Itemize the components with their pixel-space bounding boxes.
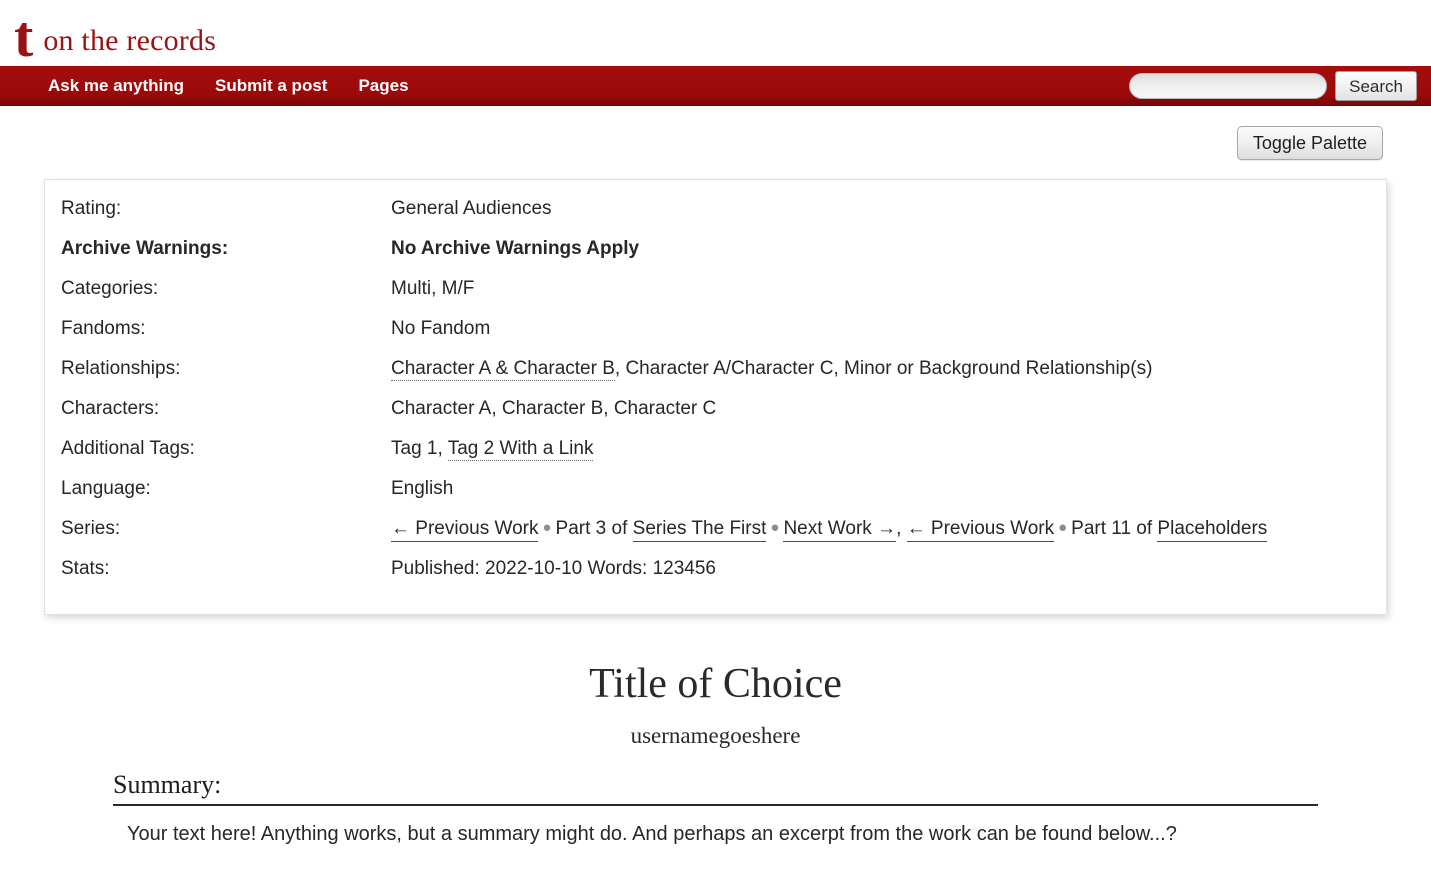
nav-item-ask-me-anything[interactable]: Ask me anything (48, 76, 184, 96)
meta-value-relationships: Character A & Character B, Character A/C… (391, 356, 1152, 382)
series-part-label-2: Part 11 of (1071, 518, 1153, 539)
site-title: on the records (43, 24, 217, 57)
meta-value-rating: General Audiences (391, 198, 552, 219)
series-bullet-icon-2: ● (770, 519, 780, 536)
brand[interactable]: t on the records (14, 4, 217, 69)
meta-label-archive-warnings: Archive Warnings: (61, 238, 229, 259)
meta-row-archive-warnings: Archive Warnings: No Archive Warnings Ap… (45, 236, 1386, 276)
meta-row-relationships: Relationships: Character A & Character B… (45, 356, 1386, 396)
work-byline-username[interactable]: usernamegoeshere (0, 723, 1431, 749)
series-previous-work-link-1[interactable]: ← Previous Work (391, 518, 539, 542)
site-header: t on the records (0, 0, 1431, 66)
series-comma: , (896, 518, 902, 539)
series-bullet-icon-1: ● (542, 519, 552, 536)
search-input[interactable] (1129, 73, 1328, 99)
meta-label-fandoms: Fandoms: (61, 318, 146, 339)
meta-label-series: Series: (61, 518, 121, 539)
meta-label-rating: Rating: (61, 198, 122, 219)
palette-row: Toggle Palette (0, 106, 1431, 160)
meta-value-characters: Character A, Character B, Character C (391, 398, 717, 419)
search-area: Search (1129, 71, 1417, 101)
work-metadata-box: Rating: General Audiences Archive Warnin… (44, 179, 1387, 615)
meta-label-additional-tags: Additional Tags: (61, 438, 195, 459)
series-previous-work-link-2[interactable]: ← Previous Work (906, 518, 1055, 542)
meta-row-characters: Characters: Character A, Character B, Ch… (45, 396, 1386, 436)
work-title: Title of Choice (589, 661, 842, 707)
relationship-tag-link[interactable]: Character A & Character B (391, 358, 615, 381)
series-name-link-2[interactable]: Placeholders (1157, 518, 1268, 542)
relationship-tag-rest: , Character A/Character C, Minor or Back… (614, 358, 1153, 379)
meta-label-relationships: Relationships: (61, 358, 181, 379)
navigation-bar: Ask me anything Submit a post Pages Sear… (0, 66, 1431, 106)
series-bullet-icon-3: ● (1058, 519, 1068, 536)
meta-value-stats: Published: 2022-10-10 Words: 123456 (391, 558, 716, 579)
series-next-work-link-1[interactable]: Next Work → (783, 518, 897, 542)
meta-label-characters: Characters: (61, 398, 160, 419)
search-button[interactable]: Search (1335, 71, 1417, 101)
nav-links: Ask me anything Submit a post Pages (48, 76, 409, 96)
meta-row-fandoms: Fandoms: No Fandom (45, 316, 1386, 356)
meta-row-categories: Categories: Multi, M/F (45, 276, 1386, 316)
meta-row-rating: Rating: General Audiences (45, 196, 1386, 236)
series-part-label-1: Part 3 of (555, 518, 628, 539)
series-name-link-1[interactable]: Series The First (632, 518, 767, 542)
meta-value-fandoms: No Fandom (391, 318, 491, 339)
nav-item-submit-a-post[interactable]: Submit a post (215, 76, 327, 96)
meta-label-stats: Stats: (61, 558, 110, 579)
meta-row-series: Series: ← Previous Work ● Part 3 of Series… (45, 516, 1386, 556)
meta-value-categories: Multi, M/F (391, 278, 475, 299)
summary-block: Summary: Your text here! Anything works,… (113, 770, 1318, 846)
summary-heading: Summary: (113, 770, 1318, 807)
meta-value-additional-tags: Tag 1, Tag 2 With a Link (391, 436, 594, 462)
meta-value-series: ← Previous Work ● Part 3 of Series The Fir… (391, 516, 1268, 542)
additional-tag-link[interactable]: Tag 2 With a Link (447, 438, 594, 461)
meta-value-language: English (391, 478, 454, 499)
summary-text: Your text here! Anything works, but a su… (127, 823, 1177, 846)
additional-tag-plain: Tag 1, (391, 438, 448, 459)
nav-item-pages[interactable]: Pages (358, 76, 408, 96)
meta-row-language: Language: English (45, 476, 1386, 516)
meta-value-archive-warnings: No Archive Warnings Apply (391, 238, 640, 259)
meta-label-language: Language: (61, 478, 151, 499)
tumblr-t-logo-icon: t (14, 4, 34, 69)
toggle-palette-button[interactable]: Toggle Palette (1236, 126, 1383, 160)
meta-row-stats: Stats: Published: 2022-10-10 Words: 1234… (45, 556, 1386, 596)
meta-label-categories: Categories: (61, 278, 159, 299)
meta-row-additional-tags: Additional Tags: Tag 1, Tag 2 With a Lin… (45, 436, 1386, 476)
